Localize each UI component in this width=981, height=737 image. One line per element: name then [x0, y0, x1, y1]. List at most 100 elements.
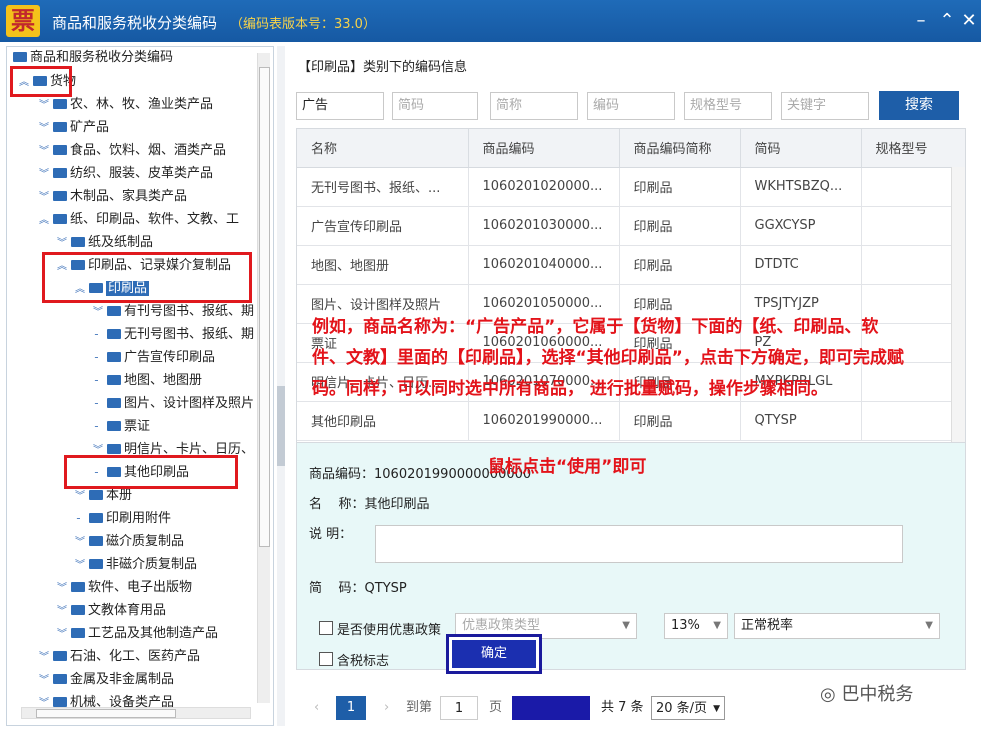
tax-included-checkbox[interactable] [319, 652, 333, 666]
tree-node[interactable]: ╴ 印刷用附件 [73, 508, 171, 530]
expand-icon[interactable]: ︾ [37, 670, 51, 692]
folder-icon [107, 306, 121, 316]
cell: 印刷品 [619, 206, 741, 246]
chevron-down-icon: ▼ [713, 704, 720, 714]
expand-icon[interactable]: ︾ [37, 95, 51, 117]
tree-node[interactable]: ︾ 软件、电子出版物 [55, 577, 192, 599]
folder-icon [107, 352, 121, 362]
tree-node[interactable]: ︾ 农、林、牧、渔业类产品 [37, 94, 213, 116]
table-row[interactable]: 无刊号图书、报纸、... 1060201020000... 印刷品 WKHTSBZQ.… [297, 167, 965, 207]
scroll-thumb[interactable] [36, 709, 176, 718]
prev-page-button[interactable]: ‹ [314, 696, 319, 720]
tree-node[interactable]: ︾ 工艺品及其他制造产品 [55, 623, 218, 645]
tree-leaf[interactable]: ╴ 票证 [91, 416, 150, 438]
goto-button[interactable] [512, 696, 590, 720]
tax-rate-select[interactable]: 13% ▼ [664, 613, 728, 639]
column-header[interactable]: 商品编码简称 [619, 129, 741, 168]
tree-node[interactable]: ︾ 金属及非金属制品 [37, 669, 174, 691]
maximize-icon[interactable]: ⌃ [936, 10, 958, 32]
expand-icon[interactable]: ︾ [37, 647, 51, 669]
pane-splitter[interactable] [277, 46, 285, 726]
folder-icon [71, 605, 85, 615]
next-page-button[interactable]: › [384, 696, 389, 720]
cell: WKHTSBZQ... [740, 167, 862, 207]
cell: 1060201990000... [468, 401, 620, 441]
tree-horizontal-scrollbar[interactable] [21, 707, 251, 719]
expand-icon[interactable]: ︾ [55, 601, 69, 623]
column-header[interactable]: 名称 [297, 129, 469, 168]
instruction-annotation: 例如，商品名称为：“广告产品”，它属于【货物】下面的【纸、印刷品、软件、文教】里… [312, 317, 904, 399]
tree-label: 纸及纸制品 [88, 235, 154, 250]
code-input[interactable]: 编码 [587, 92, 675, 120]
column-header[interactable]: 规格型号 [861, 129, 965, 168]
tree-node[interactable]: ︾ 矿产品 [37, 117, 109, 139]
tree-node[interactable]: ︽ 纸、印刷品、软件、文教、工 [37, 209, 239, 231]
expand-icon[interactable]: ︾ [37, 164, 51, 186]
expand-icon[interactable]: ︾ [73, 532, 87, 554]
tree-label: 软件、电子出版物 [88, 580, 193, 595]
cell: 1060201020000... [468, 167, 620, 207]
folder-icon [107, 444, 121, 454]
tree-leaf[interactable]: ╴ 图片、设计图样及照片 [91, 393, 254, 415]
description-textarea[interactable] [375, 525, 903, 563]
tree-vertical-scrollbar[interactable] [257, 53, 270, 703]
name-filter-input[interactable]: 广告 [296, 92, 384, 120]
tree-label: 票证 [124, 419, 151, 434]
collapse-icon[interactable]: ︽ [37, 210, 51, 232]
table-vertical-scrollbar[interactable] [951, 167, 965, 447]
spec-input[interactable]: 规格型号 [684, 92, 772, 120]
tree-leaf[interactable]: ︾ 有刊号图书、报纸、期 [91, 301, 254, 323]
preferential-checkbox[interactable] [319, 621, 333, 635]
expand-icon[interactable]: ︾ [73, 486, 87, 508]
policy-type-value: 优惠政策类型 [462, 618, 541, 633]
folder-icon [107, 375, 121, 385]
table-row[interactable]: 地图、地图册 1060201040000... 印刷品 DTDTC [297, 245, 965, 285]
tree-label: 纺织、服装、皮革类产品 [70, 166, 214, 181]
branch-line: ╴ [94, 399, 102, 410]
tree-leaf[interactable]: ╴ 广告宣传印刷品 [91, 347, 215, 369]
keyword-input[interactable]: 关键字 [781, 92, 869, 120]
current-page[interactable]: 1 [336, 696, 366, 720]
expand-icon[interactable]: ︾ [91, 302, 105, 324]
tree-node[interactable]: ︾ 磁介质复制品 [73, 531, 184, 553]
expand-icon[interactable]: ︾ [37, 118, 51, 140]
page-size-select[interactable]: 20 条/页 ▼ [651, 696, 725, 720]
cell: 广告宣传印刷品 [297, 206, 469, 246]
minimize-icon[interactable]: – [910, 10, 932, 32]
tax-rate-value: 13% [671, 618, 700, 633]
column-header[interactable]: 简码 [740, 129, 862, 168]
window-title: 商品和服务税收分类编码 [52, 14, 218, 32]
table-row[interactable]: 广告宣传印刷品 1060201030000... 印刷品 GGXCYSP [297, 206, 965, 246]
expand-icon[interactable]: ︾ [37, 141, 51, 163]
search-button[interactable]: 搜索 [879, 91, 959, 120]
tree-leaf[interactable]: ╴ 无刊号图书、报纸、期 [91, 324, 254, 346]
column-header[interactable]: 商品编码 [468, 129, 620, 168]
tree-node[interactable]: ︾ 食品、饮料、烟、酒类产品 [37, 140, 226, 162]
tree-leaf[interactable]: ╴ 地图、地图册 [91, 370, 202, 392]
rate-type-select[interactable]: 正常税率 ▼ [734, 613, 940, 639]
confirm-button[interactable]: 确定 [452, 640, 536, 668]
page-input[interactable]: 1 [440, 696, 478, 720]
scroll-thumb[interactable] [259, 67, 270, 547]
tree-label: 商品和服务税收分类编码 [30, 50, 174, 65]
splitter-handle[interactable] [277, 386, 285, 466]
tree-node[interactable]: ︾ 纸及纸制品 [55, 232, 153, 254]
tree-node[interactable]: ︾ 石油、化工、医药产品 [37, 646, 200, 668]
cell: 印刷品 [619, 167, 741, 207]
expand-icon[interactable]: ︾ [73, 555, 87, 577]
short-code-input[interactable]: 简码 [392, 92, 478, 120]
expand-icon[interactable]: ︾ [55, 578, 69, 600]
table-row[interactable]: 其他印刷品 1060201990000... 印刷品 QTYSP [297, 401, 965, 441]
expand-icon[interactable]: ︾ [55, 624, 69, 646]
short-value: QTYSP [364, 581, 407, 596]
short-name-input[interactable]: 简称 [490, 92, 578, 120]
tree-node[interactable]: ︾ 木制品、家具类产品 [37, 186, 187, 208]
tree-node[interactable]: ︾ 非磁介质复制品 [73, 554, 197, 576]
confirm-button-frame[interactable]: 确定 [446, 634, 542, 674]
folder-icon [53, 99, 67, 109]
tree-node[interactable]: ︾ 纺织、服装、皮革类产品 [37, 163, 213, 185]
tree-label: 地图、地图册 [124, 373, 203, 388]
tree-node[interactable]: ︾ 文教体育用品 [55, 600, 166, 622]
close-icon[interactable]: ✕ [958, 10, 980, 32]
expand-icon[interactable]: ︾ [37, 187, 51, 209]
